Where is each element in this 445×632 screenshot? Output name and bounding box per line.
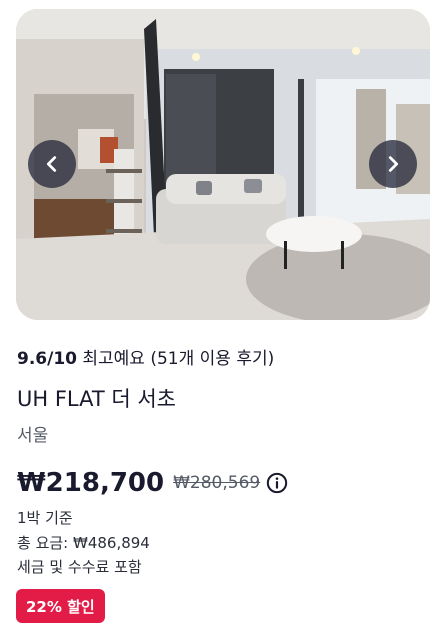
per-night-label: 1박 기준	[17, 509, 73, 527]
total-price: 총 요금: ₩486,894	[17, 534, 150, 552]
info-circle-icon[interactable]	[266, 472, 288, 494]
current-price: ₩218,700	[17, 468, 165, 498]
chevron-right-icon	[388, 156, 399, 172]
rating-text: 최고예요 (51개 이용 후기)	[82, 349, 275, 369]
property-name[interactable]: UH FLAT 더 서초	[17, 383, 176, 413]
price-row: ₩218,700 ₩280,569	[17, 468, 288, 498]
tax-note: 세금 및 수수료 포함	[17, 558, 142, 576]
room-image	[16, 9, 430, 320]
listing-photo[interactable]	[16, 9, 430, 320]
discount-badge: 22% 할인	[16, 589, 105, 623]
listing-card[interactable]: 9.6/10 최고예요 (51개 이용 후기) UH FLAT 더 서초 서울 …	[0, 0, 445, 632]
original-price: ₩280,569	[173, 473, 261, 493]
next-photo-button[interactable]	[369, 140, 417, 188]
previous-photo-button[interactable]	[28, 140, 76, 188]
guest-rating: 9.6/10 최고예요 (51개 이용 후기)	[17, 344, 274, 369]
property-city: 서울	[17, 426, 49, 446]
rating-score: 9.6/10	[17, 349, 77, 369]
chevron-left-icon	[46, 156, 57, 172]
